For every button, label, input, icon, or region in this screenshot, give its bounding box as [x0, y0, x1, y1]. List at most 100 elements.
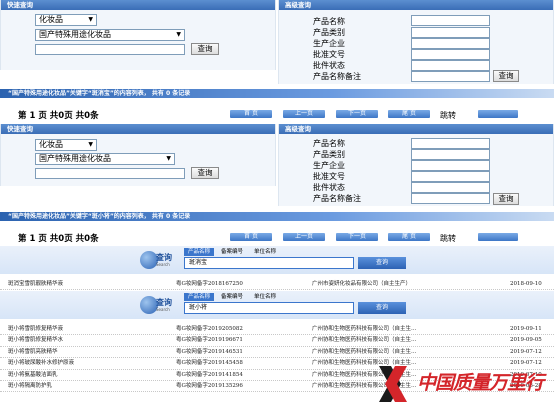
- tab-product-name[interactable]: 产品名称: [184, 248, 214, 256]
- tab-record-number[interactable]: 备案编号: [216, 248, 248, 256]
- record-name: 斑小将雪肌修复精华液: [8, 326, 64, 332]
- last-page-button[interactable]: 尾 页: [388, 110, 430, 118]
- adv-category-input[interactable]: [411, 149, 490, 160]
- record-date: 2019-09-11: [510, 326, 542, 332]
- adv-label-name: 产品名称: [313, 17, 345, 26]
- adv-status-input[interactable]: [411, 182, 490, 193]
- adv-name-input[interactable]: [411, 15, 490, 26]
- record-search-input[interactable]: 斑小将: [184, 302, 354, 314]
- record-date: 2019-09-05: [510, 337, 542, 344]
- adv-category-input[interactable]: [411, 27, 490, 38]
- first-page-button[interactable]: 首 页: [230, 233, 272, 241]
- keyword-input[interactable]: [35, 168, 185, 179]
- tab-company-name[interactable]: 单位名称: [250, 293, 280, 301]
- adv-label-status: 批件状态: [313, 61, 345, 70]
- record-company: 广州协和生物医药科技有限公司（自主生…: [312, 326, 417, 332]
- category-select[interactable]: 化妆品 ▼: [35, 139, 97, 151]
- quality-logo-icon: [379, 366, 407, 402]
- pager-info-2: 第 1 页 共0页 共0条: [18, 234, 99, 244]
- adv-remark-input[interactable]: [411, 193, 490, 204]
- advanced-search-panel-2: 高级查询 产品名称 产品类别 生产企业 批准文号 批件状态 产品名称备注 查询: [278, 124, 554, 206]
- advanced-search-button[interactable]: 查询: [493, 70, 519, 82]
- record-company: 广州协和生物医药科技有限公司（自主生…: [312, 337, 417, 344]
- record-code: 粤G妆网备字2019141854: [176, 371, 243, 378]
- record-name: 斑小将玻尿酸补水修护原液: [8, 360, 75, 367]
- next-page-button[interactable]: 下一页: [336, 233, 378, 241]
- tab-record-number[interactable]: 备案编号: [216, 293, 248, 301]
- quick-search-title: 快速查询: [1, 124, 275, 134]
- record-name: 斑消宝雪肌靓肤精华液: [8, 281, 64, 287]
- search-logo: 查询 Search: [140, 295, 180, 317]
- result-bar-2: “国产特殊用途化妆品”关键字“斑小将”的内容列表， 共有 0 条记录: [0, 212, 554, 221]
- adv-status-input[interactable]: [411, 60, 490, 71]
- table-row[interactable]: 斑小将雪肌亮肤精华 粤G妆网备字2019146531 广州协和生物医药科技有限公司（…: [0, 347, 554, 359]
- advanced-search-title: 高级查询: [279, 0, 553, 10]
- next-page-button[interactable]: 下一页: [336, 110, 378, 118]
- jump-label[interactable]: 跳转: [440, 234, 456, 244]
- last-page-button[interactable]: 尾 页: [388, 233, 430, 241]
- table-row[interactable]: 斑小将雪肌修复精华液 粤G妆网备字2019205082 广州协和生物医药科技有限公司…: [0, 324, 554, 336]
- record-date: 2018-09-10: [510, 281, 542, 287]
- jump-go-button[interactable]: [478, 110, 518, 118]
- prev-page-button[interactable]: 上一页: [283, 110, 325, 118]
- adv-company-input[interactable]: [411, 38, 490, 49]
- quick-search-button[interactable]: 查询: [191, 43, 219, 55]
- record-date: 2019-07-12: [510, 348, 542, 355]
- keyword-input[interactable]: [35, 44, 185, 55]
- adv-label-status: 批件状态: [313, 183, 345, 192]
- advanced-search-button[interactable]: 查询: [493, 193, 519, 205]
- quick-search-title: 快速查询: [1, 0, 275, 10]
- type-select[interactable]: 国产特殊用途化妆品 ▼: [35, 153, 175, 165]
- adv-label-company: 生产企业: [313, 161, 345, 170]
- adv-remark-input[interactable]: [411, 71, 490, 82]
- chevron-down-icon: ▼: [176, 31, 181, 38]
- watermark-text: 中国质量万里行: [417, 372, 544, 394]
- adv-approval-input[interactable]: [411, 171, 490, 182]
- adv-approval-input[interactable]: [411, 49, 490, 60]
- adv-name-input[interactable]: [411, 138, 490, 149]
- result-bar-1: “国产特殊用途化妆品”关键字“斑消宝”的内容列表， 共有 0 条记录: [0, 89, 554, 98]
- first-page-button[interactable]: 首 页: [230, 110, 272, 118]
- jump-label[interactable]: 跳转: [440, 111, 456, 121]
- record-name: 斑小将氨基酸洁面乳: [8, 371, 58, 378]
- jump-go-button[interactable]: [478, 233, 518, 241]
- record-code: 粤G妆网备字2019205082: [176, 326, 243, 332]
- table-row[interactable]: 斑小将雪肌修复精华水 粤G妆网备字2019196671 广州协和生物医药科技有限公司…: [0, 335, 554, 347]
- tab-company-name[interactable]: 单位名称: [250, 248, 280, 256]
- chevron-down-icon: ▼: [166, 155, 171, 162]
- adv-label-company: 生产企业: [313, 39, 345, 48]
- advanced-search-title: 高级查询: [279, 124, 553, 134]
- type-select[interactable]: 国产特殊用途化妆品 ▼: [35, 29, 185, 41]
- record-search-button[interactable]: 查询: [358, 257, 406, 269]
- quick-search-panel-2: 快速查询 化妆品 ▼ 国产特殊用途化妆品 ▼ 查询: [0, 124, 276, 186]
- advanced-search-panel: 高级查询 产品名称 产品类别 生产企业 批准文号 批件状态 产品名称备注 查询: [278, 0, 554, 84]
- record-company: 广州协和生物医药科技有限公司（自主生…: [312, 348, 417, 355]
- record-search-bar-1: 查询 Search 产品名称 备案编号 单位名称 斑消宝 查询: [0, 246, 554, 274]
- record-company: 广州市姿妍化妆品有限公司（自主生产）: [312, 281, 412, 287]
- adv-company-input[interactable]: [411, 160, 490, 171]
- record-search-button[interactable]: 查询: [358, 302, 406, 314]
- search-logo: 查询 Search: [140, 250, 180, 272]
- category-select[interactable]: 化妆品 ▼: [35, 14, 97, 26]
- quick-search-button[interactable]: 查询: [191, 167, 219, 179]
- quick-search-panel: 快速查询 化妆品 ▼ 国产特殊用途化妆品 ▼ 查询: [0, 0, 276, 70]
- record-search-input[interactable]: 斑消宝: [184, 257, 354, 269]
- record-name: 斑小将隔离防护乳: [8, 382, 53, 389]
- prev-page-button[interactable]: 上一页: [283, 233, 325, 241]
- record-code: 粤G妆网备字2019145458: [176, 360, 243, 367]
- tab-product-name[interactable]: 产品名称: [184, 293, 214, 301]
- chevron-down-icon: ▼: [88, 16, 93, 23]
- record-name: 斑小将雪肌亮肤精华: [8, 348, 58, 355]
- search-logo-en: Search: [156, 262, 170, 267]
- adv-label-remark: 产品名称备注: [313, 194, 361, 203]
- record-name: 斑小将雪肌修复精华水: [8, 337, 64, 344]
- adv-label-category: 产品类别: [313, 28, 345, 37]
- record-code: 粤G妆网备字2019146531: [176, 348, 243, 355]
- adv-label-category: 产品类别: [313, 150, 345, 159]
- record-code: 粤G妆网备字2019135296: [176, 382, 243, 389]
- adv-label-approval: 批准文号: [313, 172, 345, 181]
- table-row[interactable]: 斑消宝雪肌靓肤精华液 粤G妆网备字2018167250 广州市姿妍化妆品有限公司…: [0, 279, 554, 291]
- adv-label-approval: 批准文号: [313, 50, 345, 59]
- record-code: 粤G妆网备字2019196671: [176, 337, 243, 344]
- search-logo-en: Search: [156, 307, 170, 312]
